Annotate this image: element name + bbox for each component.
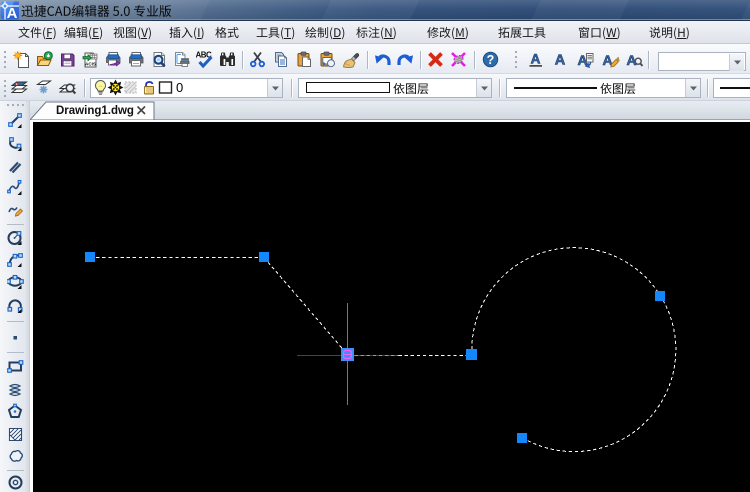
svg-text:ACIS: ACIS (85, 62, 96, 67)
svg-text:A: A (7, 5, 18, 20)
svg-text:?: ? (487, 53, 495, 67)
svg-text:A: A (531, 52, 541, 67)
svg-text:A: A (555, 53, 566, 69)
